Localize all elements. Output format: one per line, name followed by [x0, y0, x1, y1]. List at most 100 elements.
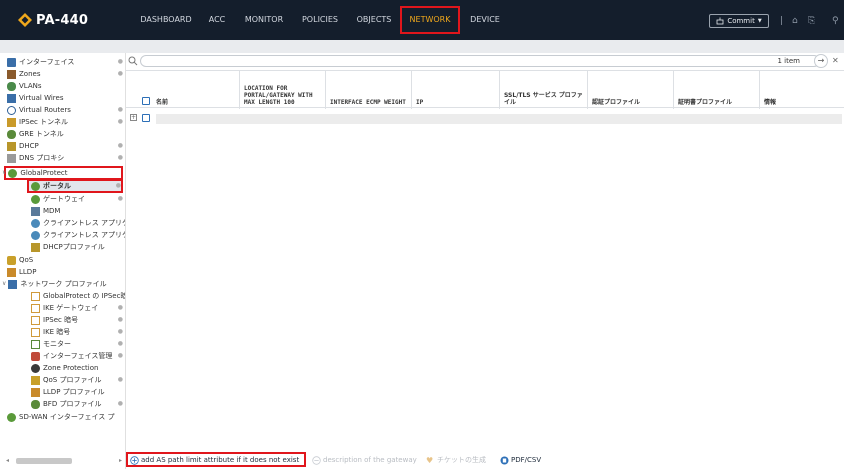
column-header-info[interactable]: 情報	[760, 71, 844, 109]
apply-filter-button[interactable]: →	[814, 54, 828, 68]
filter-input[interactable]	[140, 55, 820, 67]
portal-icon	[31, 181, 40, 191]
network-profile-icon	[8, 279, 18, 289]
lock-icon	[31, 327, 40, 337]
select-all-checkbox[interactable]	[142, 97, 150, 105]
context-band	[0, 40, 844, 53]
config-icon[interactable]: ⎘	[808, 14, 815, 28]
sidebar-item-bfd-profile[interactable]: BFD プロファイル ●	[31, 398, 123, 410]
sidebar-item-qos[interactable]: QoS	[7, 254, 123, 266]
column-header-ip[interactable]: IP	[412, 71, 500, 109]
sidebar-item-gre-tunnels[interactable]: GRE トンネル	[7, 128, 123, 140]
dhcp-icon	[7, 141, 16, 151]
sidebar-item-sdwan-profile[interactable]: SD-WAN インターフェイス プ	[7, 411, 123, 423]
tab-device[interactable]: DEVICE	[468, 13, 502, 27]
table-row[interactable]: +	[126, 110, 844, 126]
dhcp-profile-icon	[31, 242, 40, 252]
scrollbar-thumb[interactable]	[16, 458, 72, 464]
pdf-csv-button[interactable]: PDF/CSV	[500, 454, 541, 466]
clientless-app-icon	[31, 218, 40, 228]
ike-gateway-icon	[31, 303, 40, 313]
qos-icon	[7, 255, 16, 265]
filter-row: 1 item → ✕	[126, 53, 844, 69]
sidebar-item-clientless-apps[interactable]: クライアントレス アプリケ	[31, 217, 125, 229]
tab-policies[interactable]: POLICIES	[300, 13, 340, 27]
delete-icon	[312, 455, 321, 465]
sidebar-item-vlans[interactable]: VLANs	[7, 80, 123, 92]
column-header-cert-profile[interactable]: 証明書プロファイル	[674, 71, 760, 109]
sidebar-item-portals[interactable]: ポータル ●	[31, 180, 121, 192]
export-icon	[500, 456, 509, 464]
sidebar-item-ipsec-crypto[interactable]: IPSec 暗号 ●	[31, 314, 123, 326]
zone-protection-icon	[31, 363, 40, 373]
sidebar-item-qos-profile[interactable]: QoS プロファイル ●	[31, 374, 123, 386]
lldp-icon	[7, 267, 16, 277]
chevron-left-icon[interactable]: ◂	[6, 457, 9, 464]
sidebar-item-ike-crypto[interactable]: IKE 暗号 ●	[31, 326, 123, 338]
chevron-down-icon[interactable]: ∨	[2, 278, 6, 290]
logo: PA-440	[18, 12, 88, 28]
sidebar-item-network-profiles[interactable]: ∨ ネットワーク プロファイル	[2, 278, 123, 290]
row-checkbox[interactable]	[142, 114, 150, 122]
lock-icon	[31, 291, 40, 301]
sidebar-item-interface-mgmt[interactable]: インターフェイス管理 ●	[31, 350, 123, 362]
network-tab-highlight	[400, 6, 460, 34]
sidebar-item-mdm[interactable]: MDM	[31, 205, 123, 217]
qos-profile-icon	[31, 375, 40, 385]
globalprotect-icon	[8, 168, 18, 178]
column-header-auth-profile[interactable]: 認証プロファイル	[588, 71, 674, 109]
sidebar-item-globalprotect[interactable]: ∨ GlobalProtect	[2, 167, 123, 179]
column-header-ecmp-weight[interactable]: INTERFACE ECMP WEIGHT	[326, 71, 412, 109]
sidebar-item-lldp-profile[interactable]: LLDP プロファイル	[31, 386, 123, 398]
sidebar-item-dhcp-profiles[interactable]: DHCPプロファイル	[31, 241, 123, 253]
lock-icon	[31, 315, 40, 325]
dns-icon	[7, 153, 16, 163]
sidebar-item-gateways[interactable]: ゲートウェイ ●	[31, 193, 123, 205]
lldp-profile-icon	[31, 387, 40, 397]
sidebar-item-ike-gateways[interactable]: IKE ゲートウェイ ●	[31, 302, 123, 314]
tab-dashboard[interactable]: DASHBOARD	[140, 13, 192, 27]
virtual-wire-icon	[7, 93, 16, 103]
clear-filter-icon[interactable]: ✕	[832, 56, 839, 65]
sidebar-item-dns-proxy[interactable]: DNS プロキシ ●	[7, 152, 123, 164]
tab-objects[interactable]: OBJECTS	[355, 13, 393, 27]
chevron-down-icon: ▼	[757, 18, 762, 24]
commit-label: Commit	[727, 17, 755, 25]
search-icon[interactable]: ⚲	[832, 14, 839, 28]
sidebar-scrollbar[interactable]: ◂ ▸	[6, 457, 122, 465]
mdm-icon	[31, 206, 40, 216]
tunnel-icon	[7, 117, 16, 127]
sidebar-item-virtual-wires[interactable]: Virtual Wires	[7, 92, 123, 104]
table-header: 名前 LOCATION FOR PORTAL/GATEWAY WITH MAX …	[126, 70, 844, 109]
sidebar-item-lldp[interactable]: LLDP	[7, 266, 123, 278]
commit-icon	[716, 17, 724, 25]
gre-icon	[7, 129, 16, 139]
chevron-right-icon[interactable]: ▸	[119, 457, 122, 464]
sidebar-item-interfaces[interactable]: インターフェイス ●	[7, 56, 123, 68]
sidebar-item-monitor[interactable]: モニター ●	[31, 338, 123, 350]
tab-monitor[interactable]: MONITOR	[243, 13, 285, 27]
bfd-profile-icon	[31, 399, 40, 409]
clone-button[interactable]: ♥ チケットの生成	[426, 454, 486, 466]
sidebar-item-zones[interactable]: Zones ●	[7, 68, 123, 80]
sidebar-item-ipsec-tunnels[interactable]: IPSec トンネル ●	[7, 116, 123, 128]
sidebar-item-virtual-routers[interactable]: Virtual Routers ●	[7, 104, 123, 116]
delete-button[interactable]: description of the gateway	[312, 454, 417, 466]
paloalto-logo-icon	[18, 13, 32, 27]
tab-acc[interactable]: ACC	[206, 13, 228, 27]
add-button[interactable]: add AS path limit attribute if it does n…	[130, 454, 299, 466]
expand-icon[interactable]: +	[130, 114, 137, 121]
divider: |	[780, 16, 784, 26]
column-header-name[interactable]: 名前	[152, 71, 240, 109]
lock-icon[interactable]: ⌂	[792, 14, 798, 28]
column-header-ssl-tls-profile[interactable]: SSL/TLS サービス プロファイル	[500, 71, 588, 109]
sidebar-item-zone-protection[interactable]: Zone Protection	[31, 362, 123, 374]
commit-button[interactable]: Commit ▼	[709, 14, 769, 28]
chevron-down-icon[interactable]: ∨	[2, 167, 6, 179]
sidebar-item-dhcp[interactable]: DHCP ●	[7, 140, 123, 152]
interface-mgmt-icon	[31, 351, 40, 361]
column-header-location[interactable]: LOCATION FOR PORTAL/GATEWAY WITH MAX LEN…	[240, 71, 326, 109]
search-icon	[128, 56, 138, 66]
sidebar-item-gp-ipsec-crypto[interactable]: GlobalProtect の IPSec暗	[31, 290, 125, 302]
sidebar-item-clientless-app-groups[interactable]: クライアントレス アプリケ	[31, 229, 125, 241]
